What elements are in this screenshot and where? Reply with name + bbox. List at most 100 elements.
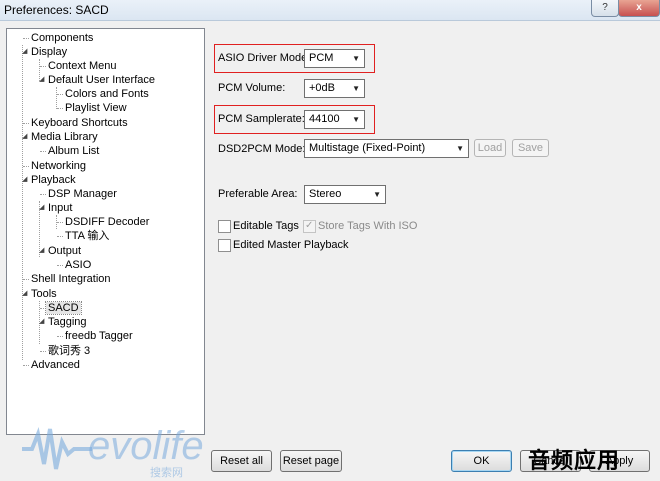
tree-item-components[interactable]: Components [23,31,93,45]
dropdown-arrow-icon: ▼ [456,144,464,153]
title-bar: Preferences: SACD ? x [0,0,660,21]
tree-item-album-list[interactable]: Album List [40,144,99,158]
tree-item-label: Colors and Fonts [65,88,149,100]
pcm-volume-value: +0dB [309,82,335,94]
tree-item-context-menu[interactable]: Context Menu [40,59,117,73]
reset-all-button[interactable]: Reset all [211,450,272,472]
tree-item-label: DSP Manager [48,188,117,200]
tree-item-sacd[interactable]: SACD [40,301,82,315]
expanded-triangle-icon[interactable]: ◢ [22,173,27,187]
asio-driver-mode-select[interactable]: PCM ▼ [304,49,365,68]
window-title: Preferences: SACD [4,3,109,17]
dsd2pcm-mode-value: Multistage (Fixed-Point) [309,142,426,154]
tree-item-keyboard-shortcuts[interactable]: Keyboard Shortcuts [23,116,128,130]
watermark-text: evolife [88,424,204,468]
pcm-samplerate-value: 44100 [309,113,340,125]
tree-item-label: Playlist View [65,102,127,114]
close-button[interactable]: x [618,0,660,17]
tree-connector [40,308,44,309]
audio-app-watermark: 音频应用 [528,449,621,474]
watermark-subtext: 搜索网 [150,467,183,479]
dropdown-arrow-icon: ▼ [352,115,360,124]
tree-connector [23,38,29,39]
tree-item-label: Playback [31,174,76,186]
tree-item-label: Shell Integration [31,273,111,285]
tree-item-label: freedb Tagger [65,330,133,342]
preferable-area-label: Preferable Area: [218,188,298,200]
tree-item-output[interactable]: ◢ Output [39,244,81,258]
tree-item-label: Tagging [48,316,87,328]
tree-guide-line [22,45,23,360]
tree-item-label: Tools [31,288,57,300]
editable-tags-checkbox[interactable]: Editable Tags [218,220,308,234]
edited-master-playback-checkbox[interactable]: Edited Master Playback [218,239,358,253]
pcm-volume-label: PCM Volume: [218,82,286,94]
store-tags-with-iso-checkbox[interactable]: ✓ Store Tags With ISO [303,220,423,234]
tree-connector [57,94,63,95]
help-button[interactable]: ? [591,0,619,17]
tree-item-label: Media Library [31,131,98,143]
tree-item-dsdiff-decoder[interactable]: DSDIFF Decoder [57,215,149,229]
expanded-triangle-icon[interactable]: ◢ [22,130,27,144]
tree-item-label: Keyboard Shortcuts [31,117,128,129]
tree-connector [57,236,63,237]
preferences-tree[interactable]: Components ◢ Display Context Menu ◢ Defaul… [6,28,205,435]
dropdown-arrow-icon: ▼ [373,190,381,199]
checkbox-box[interactable]: ✓ [303,220,316,233]
tree-item-input[interactable]: ◢ Input [39,201,72,215]
tree-item-label: ASIO [65,259,92,271]
dropdown-arrow-icon: ▼ [352,54,360,63]
pcm-samplerate-select[interactable]: 44100 ▼ [304,110,365,129]
tree-item-freedb-tagger[interactable]: freedb Tagger [57,329,133,343]
tree-item-label: 歌词秀 3 [48,345,91,357]
save-button[interactable]: Save [512,139,549,157]
tree-connector [40,194,46,195]
tree-item-networking[interactable]: Networking [23,159,87,173]
tree-item-advanced[interactable]: Advanced [23,358,80,372]
expanded-triangle-icon[interactable]: ◢ [39,73,44,87]
tree-connector [23,123,29,124]
dropdown-arrow-icon: ▼ [352,84,360,93]
asio-driver-mode-label: ASIO Driver Mode: [218,52,311,64]
tree-guide-line [56,87,57,109]
tree-connector [23,166,29,167]
tree-item-lyrics-show-3[interactable]: 歌词秀 3 [40,344,91,358]
edited-master-playback-label: Edited Master Playback [233,239,349,251]
checkmark-icon: ✓ [305,220,314,231]
expanded-triangle-icon[interactable]: ◢ [39,201,44,215]
preferable-area-select[interactable]: Stereo ▼ [304,185,386,204]
dsd2pcm-mode-select[interactable]: Multistage (Fixed-Point) ▼ [304,139,469,158]
expanded-triangle-icon[interactable]: ◢ [22,45,27,59]
tree-item-shell-integration[interactable]: Shell Integration [23,272,111,286]
tree-item-playlist-view[interactable]: Playlist View [57,101,127,115]
load-button[interactable]: Load [474,139,506,157]
editable-tags-label: Editable Tags [233,220,299,232]
expanded-triangle-icon[interactable]: ◢ [39,244,44,258]
pcm-volume-select[interactable]: +0dB ▼ [304,79,365,98]
tree-item-media-library[interactable]: ◢ Media Library [22,130,98,144]
tree-item-default-user-interface[interactable]: ◢ Default User Interface [39,73,155,87]
tree-connector [23,279,29,280]
tree-item-label: Display [31,46,68,58]
preferable-area-value: Stereo [309,188,342,200]
tree-item-colors-and-fonts[interactable]: Colors and Fonts [57,87,149,101]
checkbox-box[interactable] [218,220,231,233]
tree-item-tools[interactable]: ◢ Tools [22,287,57,301]
reset-page-button[interactable]: Reset page [280,450,342,472]
tree-item-tta-input[interactable]: TTA 输入 [57,229,109,243]
tree-item-tagging[interactable]: ◢ Tagging [39,315,87,329]
tree-connector [57,222,63,223]
tree-item-asio[interactable]: ASIO [57,258,92,272]
ok-button[interactable]: OK [451,450,512,472]
expanded-triangle-icon[interactable]: ◢ [39,315,44,329]
expanded-triangle-icon[interactable]: ◢ [22,287,27,301]
tree-item-display[interactable]: ◢ Display [22,45,68,59]
tree-item-dsp-manager[interactable]: DSP Manager [40,187,117,201]
tree-item-label: Context Menu [48,60,117,72]
tree-item-label: Networking [31,160,87,172]
dsd2pcm-mode-label: DSD2PCM Mode: [218,143,306,155]
store-tags-with-iso-label: Store Tags With ISO [318,220,418,232]
tree-item-playback[interactable]: ◢ Playback [22,173,76,187]
tree-connector [57,108,63,109]
checkbox-box[interactable] [218,239,231,252]
